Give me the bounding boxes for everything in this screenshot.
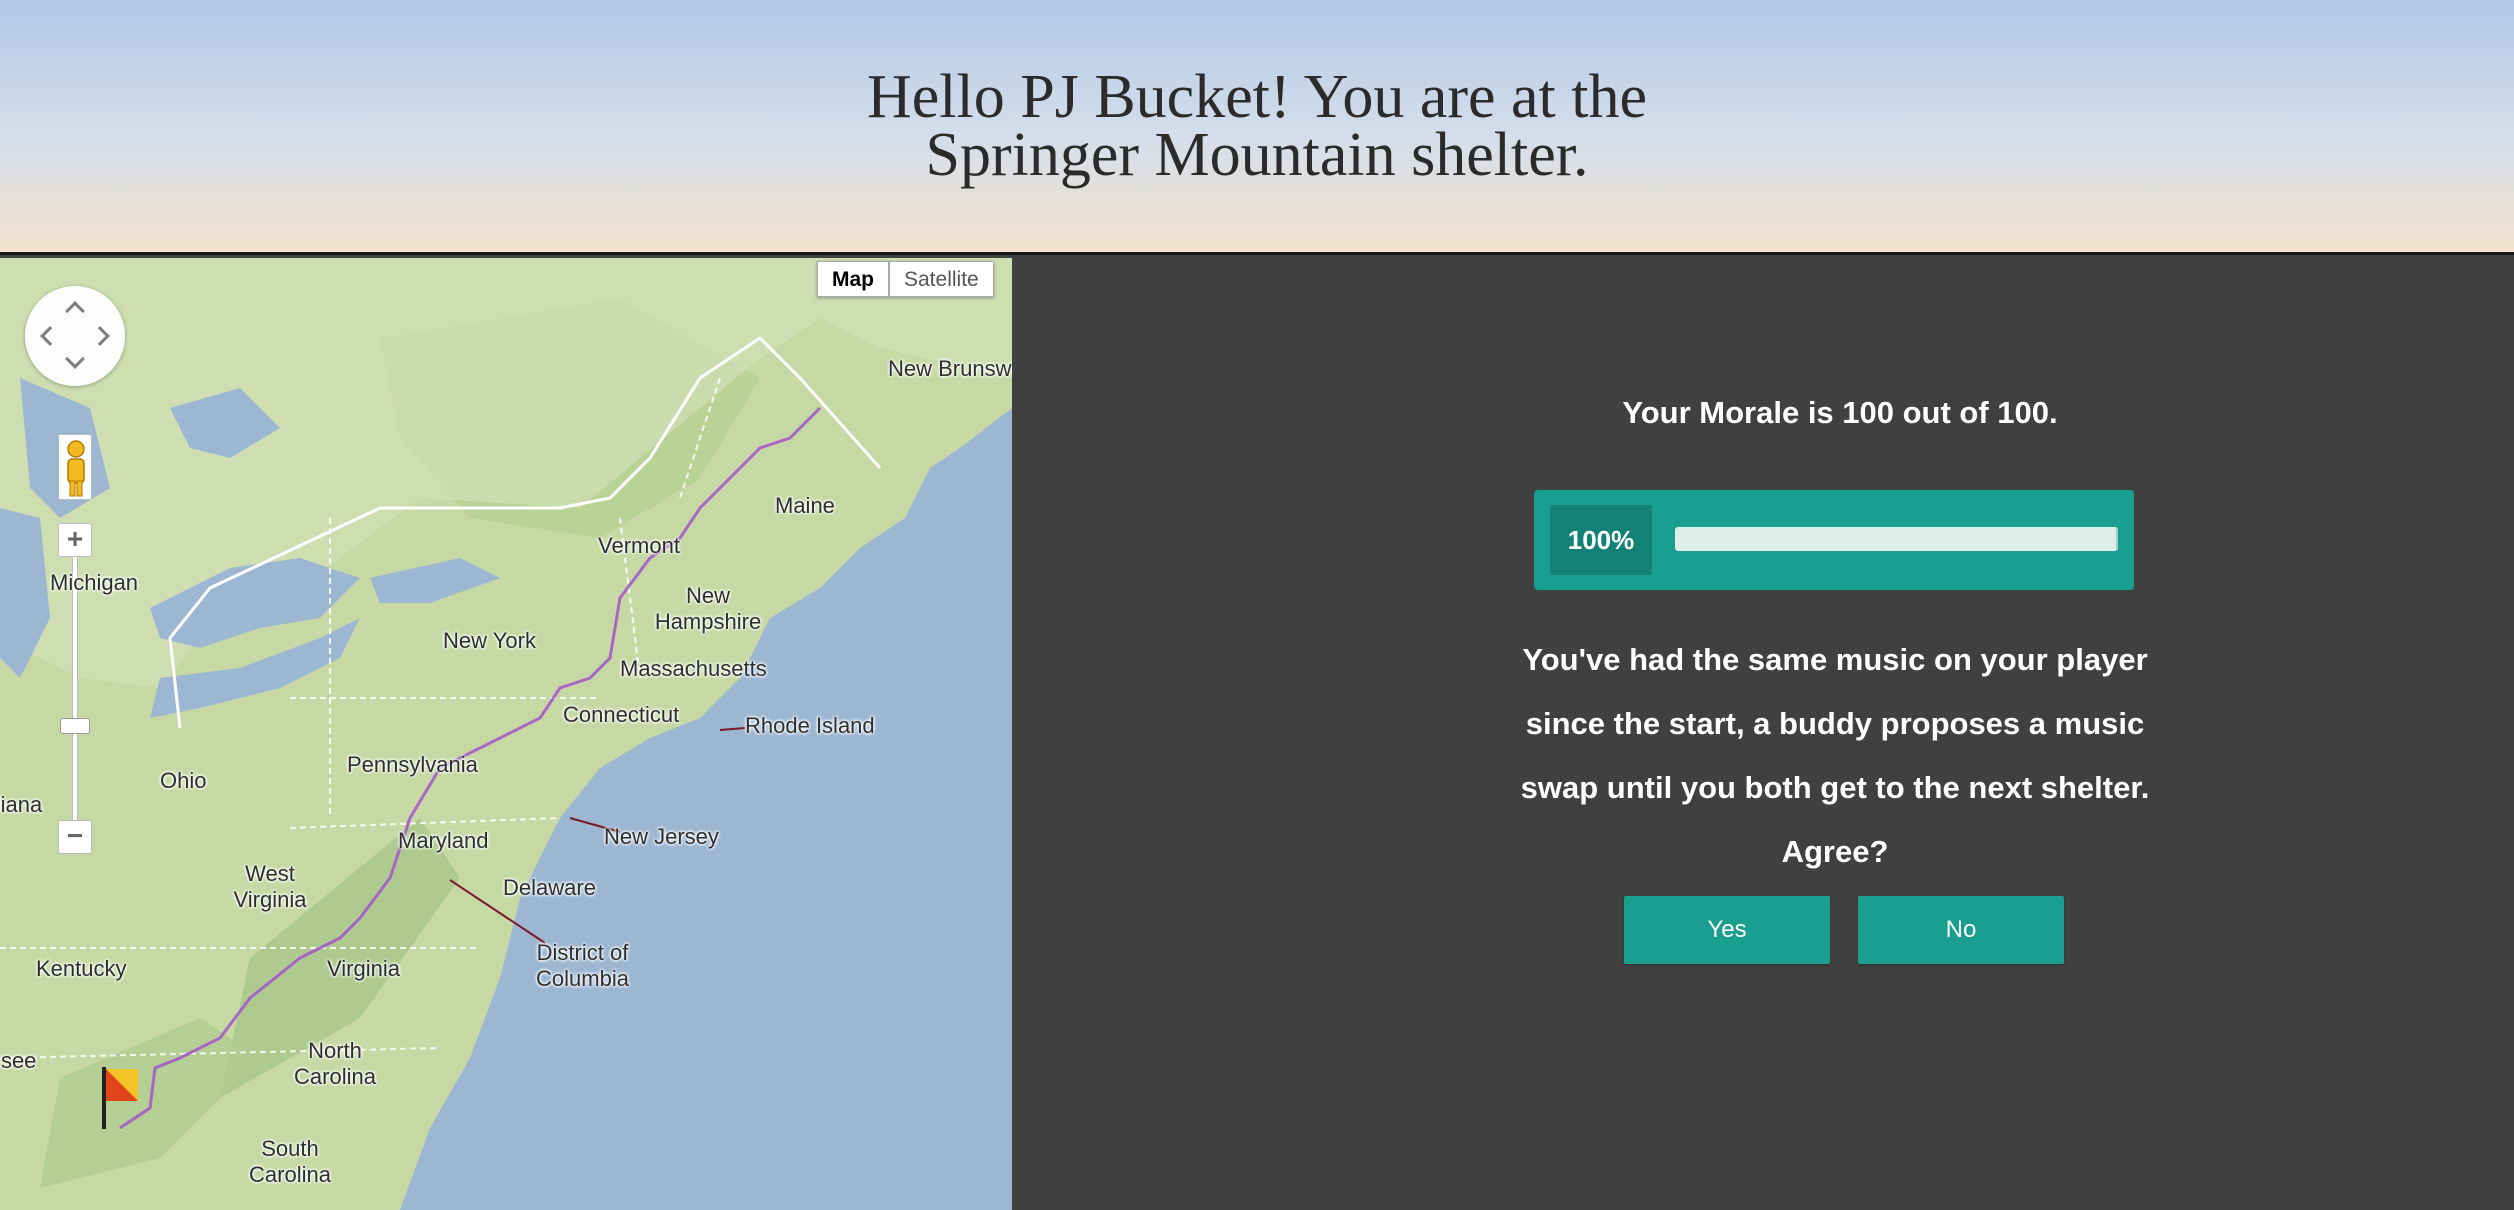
map-label: District of Columbia: [536, 940, 629, 991]
map-label: Tennessee: [0, 1048, 37, 1073]
map-type-control: Map Satellite: [817, 261, 994, 297]
map-label: Indiana: [0, 792, 43, 817]
morale-progress: 100%: [1534, 490, 2134, 590]
satellite-button[interactable]: Satellite: [889, 261, 994, 297]
map-label: Michigan: [50, 570, 139, 595]
zoom-out-button[interactable]: −: [58, 820, 92, 854]
map-label: South Carolina: [249, 1136, 331, 1187]
map-label: Rhode Island: [745, 713, 875, 738]
zoom-slider-handle[interactable]: [60, 718, 90, 734]
map-label: New Hampshire: [654, 583, 762, 634]
header-banner: Hello PJ Bucket! You are at the Springer…: [0, 0, 2514, 255]
progress-track: [1675, 527, 2118, 551]
progress-fill: [1675, 527, 2118, 551]
map-label: West Virginia: [233, 861, 307, 912]
no-button[interactable]: No: [1858, 896, 2064, 964]
map-label: Maine: [775, 493, 835, 518]
map-label: New Brunswick: [888, 356, 1012, 381]
zoom-in-button[interactable]: +: [58, 523, 92, 557]
progress-percent-label: 100%: [1550, 505, 1652, 575]
map-label: Virginia: [327, 956, 400, 981]
map-label: Connecticut: [563, 702, 680, 727]
chevron-down-icon[interactable]: [65, 349, 85, 369]
map-label: Massachusetts: [620, 656, 767, 681]
map-panel[interactable]: Map Satellite + − New Brunswick Maine Ve…: [0, 258, 1012, 1210]
game-panel: Your Morale is 100 out of 100. 100% You'…: [1012, 258, 2514, 1210]
map-label: Pennsylvania: [347, 752, 478, 777]
map-label: Kentucky: [36, 956, 127, 981]
pan-control[interactable]: [25, 286, 125, 386]
map-label: Delaware: [503, 875, 596, 900]
map-label: New York: [443, 628, 536, 653]
chevron-right-icon[interactable]: [90, 326, 110, 346]
pegman-icon[interactable]: [58, 434, 92, 500]
map-label: North Carolina: [294, 1038, 376, 1089]
chevron-up-icon[interactable]: [65, 301, 85, 321]
story-text: You've had the same music on your player…: [1520, 642, 2150, 869]
map-label: New Jersey: [604, 824, 719, 849]
yes-button[interactable]: Yes: [1624, 896, 1830, 964]
flag-icon[interactable]: [100, 1063, 140, 1133]
map-label: Maryland: [398, 828, 489, 853]
page-title: Hello PJ Bucket! You are at the Springer…: [866, 63, 1648, 189]
chevron-left-icon[interactable]: [40, 326, 60, 346]
map-button[interactable]: Map: [817, 261, 889, 297]
map-label: Ohio: [160, 768, 207, 793]
morale-text: Your Morale is 100 out of 100.: [1622, 395, 2058, 430]
map-label: Vermont: [598, 533, 680, 558]
